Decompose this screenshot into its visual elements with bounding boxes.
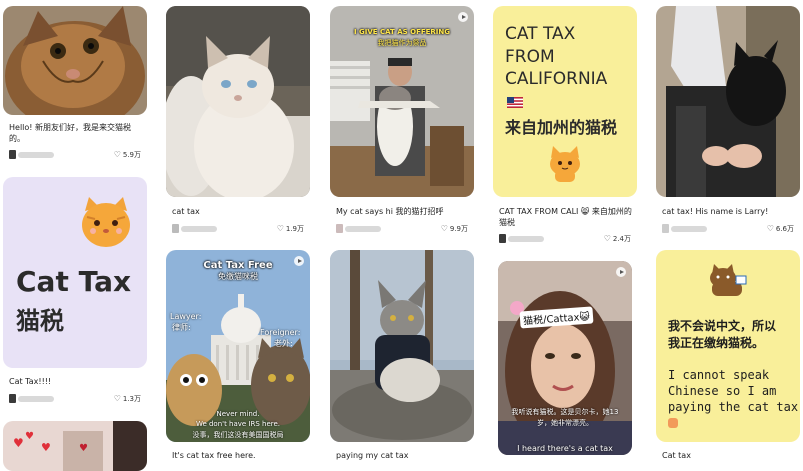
svg-text:♥: ♥ [41,441,51,454]
cali-title-zh: 来自加州的猫税 [505,118,618,137]
cat-offering-card[interactable]: I GIVE CAT AS OFFERING 我把猫作为祭品 [330,6,474,197]
subtitle-en: I heard there's a cat tax [517,444,613,453]
cannot-speak-chinese-card[interactable]: 我不会说中文，所以 我正在缴纳猫税。 I cannot speak Chines… [656,250,800,442]
larry-cat-card[interactable] [656,6,800,197]
heart-icon[interactable]: ♡ [114,394,121,403]
like-count[interactable]: ♡ 5.9万 [114,150,141,160]
card-3-meta: ♡ 1.9万 [172,224,304,234]
lawyer-label: Lawyer: [170,312,202,321]
never-mind-text: Never mind. [216,410,260,418]
no-irs-text: We don't have IRS here. [195,420,281,428]
subtitle-line-1: 我听说有猫税。这是贝尔卡，她13 [511,408,619,416]
person-holding-black-cat-image [656,6,800,197]
avatar[interactable] [662,224,669,233]
offering-text: I GIVE CAT AS OFFERING [353,28,451,36]
like-count[interactable]: ♡ 1.9万 [277,224,304,234]
emoji-sticker-icon [668,418,678,428]
cat-in-sweater-image [330,250,474,442]
author-name[interactable] [18,396,54,402]
card-1-caption: Hello! 新朋友们好，我是来交猫税的。 [9,123,132,143]
svg-text:♥: ♥ [79,443,88,454]
like-count[interactable]: ♡ 6.6万 [767,224,794,234]
play-icon[interactable] [616,267,626,277]
svg-text:♥: ♥ [25,431,34,442]
hearts-decor-image: ♥ ♥ ♥ ♥ [3,421,147,471]
card-7-meta: ♡ 2.4万 [499,234,631,244]
cattax-video-card[interactable]: 猫税/Cattax😺 我听说有猫税。这是贝尔卡，她13 岁，她非常漂亮。 I h… [498,261,632,455]
cali-line-1: CAT TAX [505,24,576,44]
foreigner-label: Foreigner: [260,328,301,337]
avatar[interactable] [9,150,16,159]
card-6-caption: paying my cat tax [336,451,409,460]
siamese-cat-image [166,6,310,197]
cat-tax-card-2[interactable]: Cat Tax 猫税 [3,177,147,368]
avatar[interactable] [336,224,343,233]
card-9-meta: ♡ 6.6万 [662,224,794,234]
cali-line-2: FROM [505,47,555,67]
lawyer-label-zh: 律师: [172,323,191,332]
heart-icon[interactable]: ♡ [114,150,121,159]
svg-text:♥: ♥ [13,436,24,450]
en-line-1: I cannot speak [668,368,770,382]
like-count[interactable]: ♡ 1.3万 [114,394,141,404]
cat-outdoors-card[interactable] [330,250,474,442]
card-2-meta: ♡ 1.3万 [9,394,141,404]
heart-icon[interactable]: ♡ [767,224,774,233]
heart-icon[interactable]: ♡ [604,234,611,243]
avatar[interactable] [172,224,179,233]
author-name[interactable] [671,226,707,232]
heart-icon[interactable]: ♡ [441,224,448,233]
hearts-card-partial[interactable]: ♥ ♥ ♥ ♥ [3,421,147,471]
card-1-meta: ♡ 5.9万 [9,150,141,160]
cat-closeup-image [3,6,147,115]
cali-line-3: CALIFORNIA [505,69,608,89]
author-name[interactable] [345,226,381,232]
like-count[interactable]: ♡ 9.9万 [441,224,468,234]
author-name[interactable] [508,236,544,242]
heart-icon[interactable]: ♡ [277,224,284,233]
offering-text-zh: 我把猫作为祭品 [377,39,427,47]
brown-cat-icon [710,264,747,296]
avatar[interactable] [9,394,16,403]
en-line-3: paying the cat tax [668,400,799,414]
cat-tax-title-zh: 猫税 [16,307,64,335]
us-flag-icon [507,97,523,108]
avatar[interactable] [499,234,506,243]
foreigner-label-zh: 老外: [274,339,293,348]
cat-tax-title: Cat Tax [16,265,132,298]
like-count[interactable]: ♡ 2.4万 [604,234,631,244]
zh-line-2: 我正在缴纳猫税。 [668,336,765,350]
cat-photo-card-1[interactable] [3,6,147,115]
card-3-caption: cat tax [172,207,200,216]
cat-photo-card-3[interactable] [166,6,310,197]
en-line-2: Chinese so I am [668,384,777,398]
tax-free-title: Cat Tax Free [203,260,273,271]
subtitle-line-2: 岁，她非常漂亮。 [537,419,593,427]
cat-tax-free-card[interactable]: Cat Tax Free 免缴猫咪税 Lawyer: 律师: Foreigner… [166,250,310,442]
cat-tax-cali-card[interactable]: CAT TAX FROM CALIFORNIA 来自加州的猫税 [493,6,637,197]
play-icon[interactable] [458,12,468,22]
no-irs-text-zh: 没事，我们这没有美国国税局 [192,431,284,439]
orange-cat-icon [550,146,580,182]
tax-free-title-zh: 免缴猫咪税 [218,272,258,281]
card-5-meta: ♡ 9.9万 [336,224,468,234]
card-9-caption: cat tax! His name is Larry! [662,207,769,216]
card-5-caption: My cat says hi 我的猫打招呼 [336,207,444,216]
card-10-caption: Cat tax [662,451,691,460]
card-7-caption: CAT TAX FROM CALI 😸 来自加州的猫税 [499,207,632,227]
zh-line-1: 我不会说中文，所以 [668,319,777,333]
author-name[interactable] [18,152,54,158]
card-4-caption: It's cat tax free here. [172,451,256,460]
card-2-caption: Cat Tax!!!! [9,377,52,386]
author-name[interactable] [181,226,217,232]
